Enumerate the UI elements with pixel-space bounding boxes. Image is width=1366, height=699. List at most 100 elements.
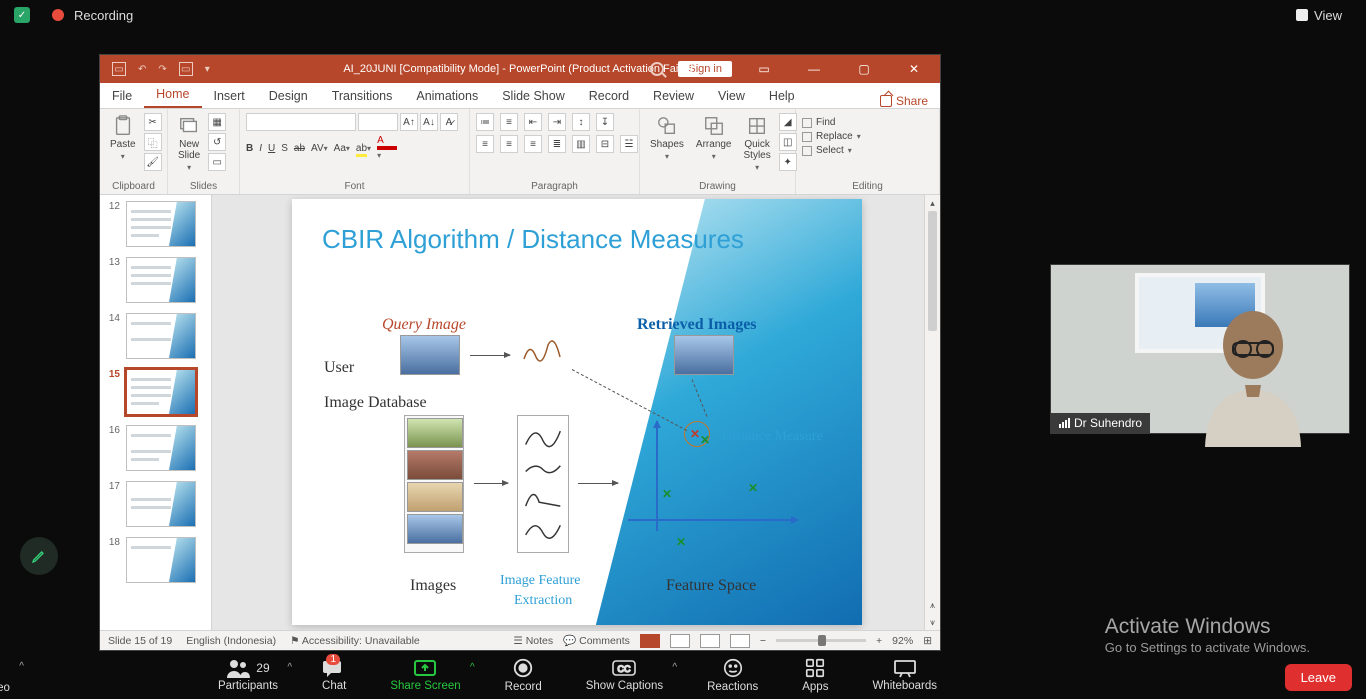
align-left-button[interactable]: ≡ bbox=[476, 135, 494, 153]
zoom-out-button[interactable]: − bbox=[760, 635, 766, 647]
shape-outline-button[interactable]: ◫ bbox=[779, 133, 797, 151]
cut-button[interactable]: ✂ bbox=[144, 113, 162, 131]
tab-transitions[interactable]: Transitions bbox=[320, 84, 405, 108]
fit-to-window-button[interactable]: ⊞ bbox=[923, 635, 932, 647]
strike-button[interactable]: ab bbox=[294, 143, 305, 154]
language-label[interactable]: English (Indonesia) bbox=[186, 635, 276, 647]
align-right-button[interactable]: ≡ bbox=[524, 135, 542, 153]
font-color-button[interactable]: A▾ bbox=[377, 135, 397, 161]
shapes-button[interactable]: Shapes▾ bbox=[646, 113, 688, 163]
new-slide-button[interactable]: New Slide▾ bbox=[174, 113, 204, 174]
tab-file[interactable]: File bbox=[100, 84, 144, 108]
tab-home[interactable]: Home bbox=[144, 82, 201, 108]
quick-styles-button[interactable]: Quick Styles▾ bbox=[740, 113, 775, 174]
maximize-button[interactable]: ▢ bbox=[846, 55, 882, 83]
view-button[interactable]: View bbox=[1286, 4, 1352, 27]
presenter-video[interactable]: Dr Suhendro bbox=[1050, 264, 1350, 434]
notes-button[interactable]: ☰ Notes bbox=[513, 635, 553, 647]
record-button[interactable]: Record bbox=[505, 657, 542, 693]
line-spacing-button[interactable]: ↕ bbox=[572, 113, 590, 131]
bold-button[interactable]: B bbox=[246, 143, 253, 154]
justify-button[interactable]: ≣ bbox=[548, 135, 566, 153]
reset-button[interactable]: ↺ bbox=[208, 133, 226, 151]
sorter-view-button[interactable] bbox=[670, 634, 690, 648]
thumb-15[interactable] bbox=[126, 369, 196, 415]
slideshow-start-icon[interactable]: ▭ bbox=[179, 62, 193, 76]
thumb-13[interactable] bbox=[126, 257, 196, 303]
reactions-button[interactable]: Reactions bbox=[707, 657, 758, 693]
tab-help[interactable]: Help bbox=[757, 84, 807, 108]
tab-animations[interactable]: Animations bbox=[404, 84, 490, 108]
decrease-font-button[interactable]: A↓ bbox=[420, 113, 438, 131]
participants-button[interactable]: 29 Participants ^ bbox=[218, 658, 278, 692]
normal-view-button[interactable] bbox=[640, 634, 660, 648]
find-button[interactable]: Find bbox=[802, 117, 835, 128]
shadow-button[interactable]: S bbox=[281, 143, 288, 154]
increase-indent-button[interactable]: ⇥ bbox=[548, 113, 566, 131]
annotate-button[interactable] bbox=[20, 537, 58, 575]
vertical-scrollbar[interactable]: ▴ ⩚ ⩛ bbox=[924, 195, 940, 630]
format-painter-button[interactable]: 🖌 bbox=[144, 153, 162, 171]
next-slide-icon[interactable]: ⩛ bbox=[925, 614, 940, 630]
layout-button[interactable]: ▦ bbox=[208, 113, 226, 131]
case-button[interactable]: Aa▾ bbox=[334, 143, 350, 154]
columns-button[interactable]: ▥ bbox=[572, 135, 590, 153]
font-family-select[interactable] bbox=[246, 113, 356, 131]
zoom-in-button[interactable]: + bbox=[876, 635, 882, 647]
slideshow-view-button[interactable] bbox=[730, 634, 750, 648]
share-screen-button[interactable]: Share Screen ^ bbox=[390, 658, 460, 692]
slide-canvas[interactable]: CBIR Algorithm / Distance Measures User … bbox=[212, 195, 924, 630]
thumb-14[interactable] bbox=[126, 313, 196, 359]
whiteboards-button[interactable]: Whiteboards bbox=[872, 658, 937, 692]
thumb-12[interactable] bbox=[126, 201, 196, 247]
thumb-16[interactable] bbox=[126, 425, 196, 471]
increase-font-button[interactable]: A↑ bbox=[400, 113, 418, 131]
shape-effects-button[interactable]: ✦ bbox=[779, 153, 797, 171]
redo-icon[interactable]: ↷ bbox=[158, 64, 166, 75]
copy-button[interactable]: ⿻ bbox=[144, 133, 162, 151]
accessibility-label[interactable]: ⚑ Accessibility: Unavailable bbox=[290, 635, 420, 647]
captions-button[interactable]: CC Show Captions ^ bbox=[586, 658, 663, 692]
scroll-thumb[interactable] bbox=[928, 211, 937, 331]
undo-icon[interactable]: ↶ bbox=[138, 64, 146, 75]
section-button[interactable]: ▭ bbox=[208, 153, 226, 171]
apps-button[interactable]: Apps bbox=[802, 657, 828, 693]
scroll-up-icon[interactable]: ▴ bbox=[925, 195, 940, 211]
start-video-button[interactable]: Start Video ^ bbox=[0, 657, 10, 694]
share-button[interactable]: Share bbox=[868, 94, 940, 108]
tab-review[interactable]: Review bbox=[641, 84, 706, 108]
tab-record[interactable]: Record bbox=[577, 84, 641, 108]
text-direction-button[interactable]: ↧ bbox=[596, 113, 614, 131]
minimize-button[interactable]: — bbox=[796, 55, 832, 83]
bullets-button[interactable]: ≔ bbox=[476, 113, 494, 131]
replace-button[interactable]: Replace▾ bbox=[802, 131, 861, 142]
shape-fill-button[interactable]: ◢ bbox=[779, 113, 797, 131]
align-center-button[interactable]: ≡ bbox=[500, 135, 518, 153]
comments-button[interactable]: 💬 Comments bbox=[563, 634, 630, 647]
reading-view-button[interactable] bbox=[700, 634, 720, 648]
autosave-icon[interactable]: ▭ bbox=[112, 62, 126, 76]
thumb-17[interactable] bbox=[126, 481, 196, 527]
tab-slideshow[interactable]: Slide Show bbox=[490, 84, 577, 108]
align-text-button[interactable]: ⊟ bbox=[596, 135, 614, 153]
thumb-18[interactable] bbox=[126, 537, 196, 583]
numbering-button[interactable]: ≡ bbox=[500, 113, 518, 131]
encryption-shield-icon[interactable]: ✓ bbox=[14, 7, 30, 23]
italic-button[interactable]: I bbox=[259, 143, 262, 154]
highlight-button[interactable]: ab▾ bbox=[356, 143, 371, 154]
decrease-indent-button[interactable]: ⇤ bbox=[524, 113, 542, 131]
ribbon-display-icon[interactable]: ▭ bbox=[746, 55, 782, 83]
tab-view[interactable]: View bbox=[706, 84, 757, 108]
qat-customize-icon[interactable]: ▾ bbox=[205, 64, 210, 75]
tab-design[interactable]: Design bbox=[257, 84, 320, 108]
chat-button[interactable]: 1 Chat bbox=[322, 658, 346, 692]
paste-button[interactable]: Paste▾ bbox=[106, 113, 140, 163]
zoom-level[interactable]: 92% bbox=[892, 635, 913, 647]
search-icon[interactable] bbox=[650, 62, 664, 76]
clear-format-button[interactable]: A̷ bbox=[440, 113, 458, 131]
close-button[interactable]: ✕ bbox=[896, 55, 932, 83]
select-button[interactable]: Select▾ bbox=[802, 145, 852, 156]
font-size-select[interactable] bbox=[358, 113, 398, 131]
slide-thumbnails[interactable]: 12 13 14 15 16 17 18 bbox=[100, 195, 212, 630]
prev-slide-icon[interactable]: ⩚ bbox=[925, 596, 940, 614]
